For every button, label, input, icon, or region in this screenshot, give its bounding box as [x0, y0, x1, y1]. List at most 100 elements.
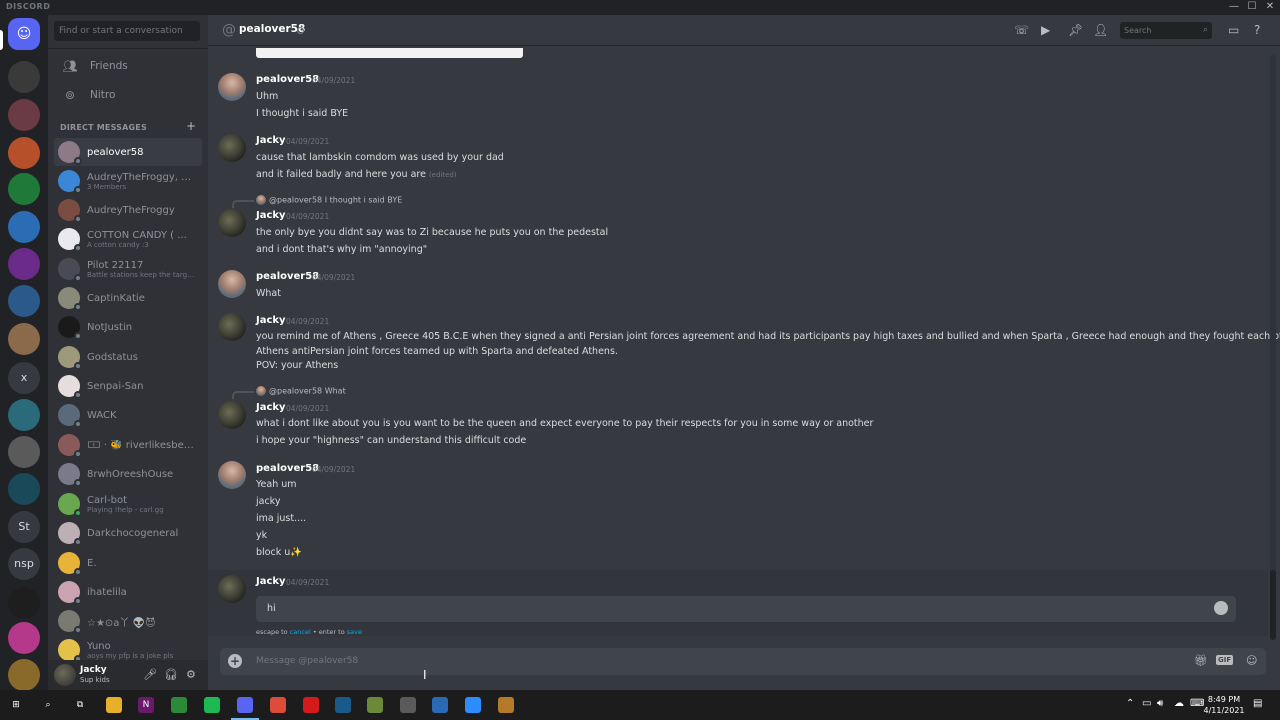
zoom-icon[interactable]: [465, 697, 481, 713]
volume-icon[interactable]: 🔊︎: [1157, 698, 1163, 709]
app-icon[interactable]: [335, 697, 351, 713]
gif-button[interactable]: GIF: [1216, 655, 1234, 665]
server-icon[interactable]: [8, 173, 40, 205]
dm-item[interactable]: ihatelila: [54, 578, 202, 606]
message-author[interactable]: Jacky: [256, 210, 286, 221]
server-icon[interactable]: [8, 323, 40, 355]
message-author[interactable]: pealover58: [256, 74, 319, 85]
reply-preview[interactable]: @pealover58 I thought i said BYE: [256, 195, 402, 205]
minecraft-icon[interactable]: [367, 697, 383, 713]
maximize-button[interactable]: ☐: [1244, 0, 1260, 14]
reply-preview[interactable]: @pealover58 What: [256, 386, 346, 396]
create-dm-plus-icon[interactable]: +: [186, 119, 196, 133]
upload-plus-icon[interactable]: +: [228, 654, 242, 668]
voice-call-icon[interactable]: ☏: [1014, 23, 1029, 37]
help-icon[interactable]: ?: [1254, 23, 1260, 37]
deafen-headphones-icon[interactable]: 🎧︎: [164, 668, 178, 681]
file-explorer-icon[interactable]: [106, 697, 122, 713]
message-author[interactable]: pealover58: [256, 271, 319, 282]
scrollbar-thumb[interactable]: [1270, 570, 1276, 640]
dm-item[interactable]: 8rwhOreeshOuse: [54, 460, 202, 488]
server-icon[interactable]: x: [8, 362, 40, 394]
dm-item[interactable]: ☆★⊙a丫 👽😈: [54, 607, 202, 635]
message-avatar[interactable]: [218, 134, 246, 162]
add-friends-to-dm-icon[interactable]: 👤︎: [1093, 23, 1108, 37]
server-icon[interactable]: [8, 399, 40, 431]
dm-item[interactable]: 🀱 · 🐝 riverlikesbees...: [54, 431, 202, 459]
video-call-icon[interactable]: ▶: [1041, 23, 1050, 37]
server-icon[interactable]: [8, 61, 40, 93]
task-view-icon[interactable]: ⧉: [72, 697, 88, 713]
dm-item[interactable]: Darkchocogeneral: [54, 519, 202, 547]
windows-start-icon[interactable]: ⊞: [8, 697, 24, 713]
show-hidden-icons-icon[interactable]: ⌃: [1126, 698, 1134, 709]
chrome-icon[interactable]: [270, 697, 286, 713]
user-avatar[interactable]: [54, 664, 76, 686]
message-avatar[interactable]: [218, 73, 246, 101]
server-icon[interactable]: [8, 137, 40, 169]
mute-mic-icon[interactable]: 🎤︎: [143, 668, 157, 681]
scrollbar-track[interactable]: [1270, 55, 1276, 640]
server-icon[interactable]: [8, 99, 40, 131]
message-avatar[interactable]: [218, 270, 246, 298]
dm-item[interactable]: AudreyTheFroggy, C... 3 Members: [54, 167, 202, 195]
dm-item[interactable]: E.: [54, 549, 202, 577]
message-avatar[interactable]: [218, 575, 246, 603]
package-icon[interactable]: [498, 697, 514, 713]
emoji-icon[interactable]: ☺: [1246, 654, 1257, 667]
save-edit-link[interactable]: save: [347, 628, 362, 636]
dm-item[interactable]: Carl-bot Playing !help - carl.gg: [54, 490, 202, 518]
dm-item[interactable]: CaptinKatie: [54, 284, 202, 312]
onedrive-icon[interactable]: ☁: [1174, 698, 1184, 709]
app-icon[interactable]: [432, 697, 448, 713]
pinned-messages-icon[interactable]: 📌︎: [1068, 23, 1083, 37]
discord-taskbar-icon[interactable]: [237, 697, 253, 713]
message-composer[interactable]: + Message @pealover58 🎁︎ GIF ☺: [220, 648, 1266, 675]
server-icon[interactable]: [8, 248, 40, 280]
dm-item[interactable]: WACK: [54, 401, 202, 429]
server-icon[interactable]: [8, 622, 40, 654]
server-icon[interactable]: [8, 436, 40, 468]
friends-nav-item[interactable]: 👥︎ Friends: [54, 53, 202, 79]
dm-item[interactable]: Godstatus: [54, 343, 202, 371]
system-clock[interactable]: 8:49 PM 4/11/2021: [1202, 694, 1246, 716]
server-icon[interactable]: [8, 473, 40, 505]
embedded-image[interactable]: [256, 48, 523, 58]
server-icon[interactable]: St: [8, 511, 40, 543]
dm-item[interactable]: Pilot 22117 Battle stations keep the targ…: [54, 255, 202, 283]
message-avatar[interactable]: [218, 461, 246, 489]
gift-icon[interactable]: 🎁︎: [1194, 654, 1208, 667]
opera-icon[interactable]: [303, 697, 319, 713]
message-input[interactable]: Message @pealover58: [256, 656, 358, 666]
spotify-icon[interactable]: [204, 697, 220, 713]
message-author[interactable]: Jacky: [256, 315, 286, 326]
network-icon[interactable]: ▭: [1142, 698, 1151, 709]
find-conversation-input[interactable]: Find or start a conversation: [54, 21, 200, 41]
nitro-nav-item[interactable]: ⊚ Nitro: [54, 82, 202, 108]
dm-item[interactable]: NotJustin: [54, 313, 202, 341]
search-icon[interactable]: ⌕: [40, 697, 56, 713]
server-icon[interactable]: [8, 587, 40, 619]
emoji-picker-icon[interactable]: [1214, 601, 1228, 615]
message-avatar[interactable]: [218, 401, 246, 429]
dm-item[interactable]: AudreyTheFroggy: [54, 196, 202, 224]
tool-icon[interactable]: [400, 697, 416, 713]
message-author[interactable]: pealover58: [256, 463, 319, 474]
message-author[interactable]: Jacky: [256, 402, 286, 413]
server-icon[interactable]: [8, 659, 40, 691]
edit-message-input[interactable]: hi: [256, 596, 1236, 622]
message-avatar[interactable]: [218, 313, 246, 341]
message-avatar[interactable]: [218, 209, 246, 237]
close-window-button[interactable]: ✕: [1262, 0, 1278, 14]
dm-item[interactable]: pealover58: [54, 138, 202, 166]
server-icon[interactable]: [8, 211, 40, 243]
server-icon[interactable]: [8, 285, 40, 317]
dm-item[interactable]: COTTON CANDY ( ... A cotton candy :3: [54, 225, 202, 253]
chat-search-input[interactable]: Search ⌕: [1120, 22, 1212, 39]
home-button[interactable]: ☺: [8, 18, 40, 50]
minimize-button[interactable]: —: [1226, 0, 1242, 14]
user-settings-gear-icon[interactable]: ⚙: [186, 668, 196, 681]
notifications-icon[interactable]: ▤: [1253, 698, 1262, 709]
inbox-icon[interactable]: ▭: [1228, 23, 1239, 37]
message-author[interactable]: Jacky: [256, 576, 286, 587]
